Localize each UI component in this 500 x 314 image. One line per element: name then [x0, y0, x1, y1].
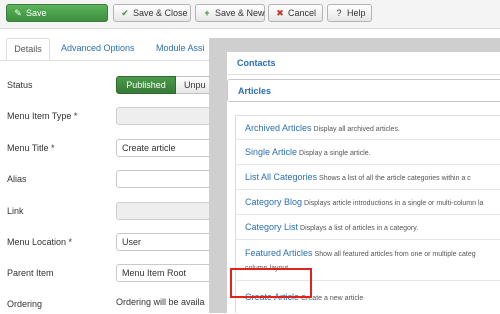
save-label: Save: [26, 8, 47, 18]
save-new-label: Save & New: [215, 8, 265, 18]
list-item-desc: Shows a list of all the article categori…: [319, 175, 471, 182]
plus-icon: +: [204, 8, 210, 18]
list-item-archived-articles[interactable]: Archived Articles Display all archived ar…: [236, 116, 500, 140]
list-item-title: Category List: [245, 222, 299, 232]
list-item-single-article[interactable]: Single Article Display a single article.: [236, 140, 500, 165]
list-item-desc: Display a single article.: [299, 150, 371, 157]
parent-item-label: Parent Item: [7, 268, 54, 278]
help-icon: ?: [336, 8, 342, 18]
list-item-desc: Displays a list of articles in a categor…: [300, 225, 419, 232]
list-item-title: Featured Articles: [245, 248, 313, 258]
published-button[interactable]: Published: [116, 76, 176, 94]
list-item-desc: Show all featured articles from one or m…: [314, 251, 476, 258]
tab-details[interactable]: Details: [6, 38, 50, 60]
help-button[interactable]: ? Help: [327, 4, 372, 22]
list-item-category-list[interactable]: Category List Displays a list of articles…: [236, 215, 500, 240]
status-label: Status: [7, 80, 33, 90]
cancel-icon: ✖: [276, 8, 284, 18]
cancel-label: Cancel: [288, 8, 317, 18]
list-item-title: List All Categories: [245, 172, 318, 182]
toolbar: ✎ Save ✔ Save & Close + Save & New ✖ Cancel …: [0, 0, 500, 29]
list-item-title: Category Blog: [245, 197, 303, 207]
save-close-button[interactable]: ✔ Save & Close: [113, 4, 191, 22]
tab-bar: Details Advanced Options Module Assi: [0, 38, 230, 61]
list-item-desc: Displays article introductions in a sing…: [304, 200, 484, 207]
list-item-list-all-categories[interactable]: List All Categories Shows a list of all t…: [236, 165, 500, 190]
group-articles[interactable]: Articles: [227, 79, 500, 102]
save-new-button[interactable]: + Save & New: [195, 4, 265, 22]
tab-module-assignment[interactable]: Module Assi: [156, 38, 205, 60]
check-icon: ✔: [121, 8, 129, 18]
save-button[interactable]: ✎ Save: [6, 4, 108, 22]
group-contacts[interactable]: Contacts: [227, 52, 500, 75]
ordering-note: Ordering will be availa: [116, 297, 205, 307]
list-item-category-blog[interactable]: Category Blog Displays article introducti…: [236, 190, 500, 215]
cancel-button[interactable]: ✖ Cancel: [268, 4, 323, 22]
save-icon: ✎: [14, 8, 22, 18]
ordering-label: Ordering: [7, 299, 43, 309]
tab-advanced-options[interactable]: Advanced Options: [61, 38, 135, 60]
link-label: Link: [7, 206, 24, 216]
create-article-highlight-box: [230, 268, 312, 298]
menu-title-label: Menu Title *: [7, 143, 55, 153]
save-close-label: Save & Close: [133, 8, 188, 18]
help-label: Help: [347, 8, 366, 18]
menu-item-type-label: Menu Item Type *: [7, 111, 78, 121]
alias-label: Alias: [7, 174, 27, 184]
featured-line-1: Featured Articles Show all featured artic…: [245, 246, 500, 260]
list-item-desc: Display all archived articles.: [313, 126, 400, 133]
menu-location-label: Menu Location *: [7, 237, 73, 247]
list-item-title: Archived Articles: [245, 123, 312, 133]
list-item-title: Single Article: [245, 147, 298, 157]
